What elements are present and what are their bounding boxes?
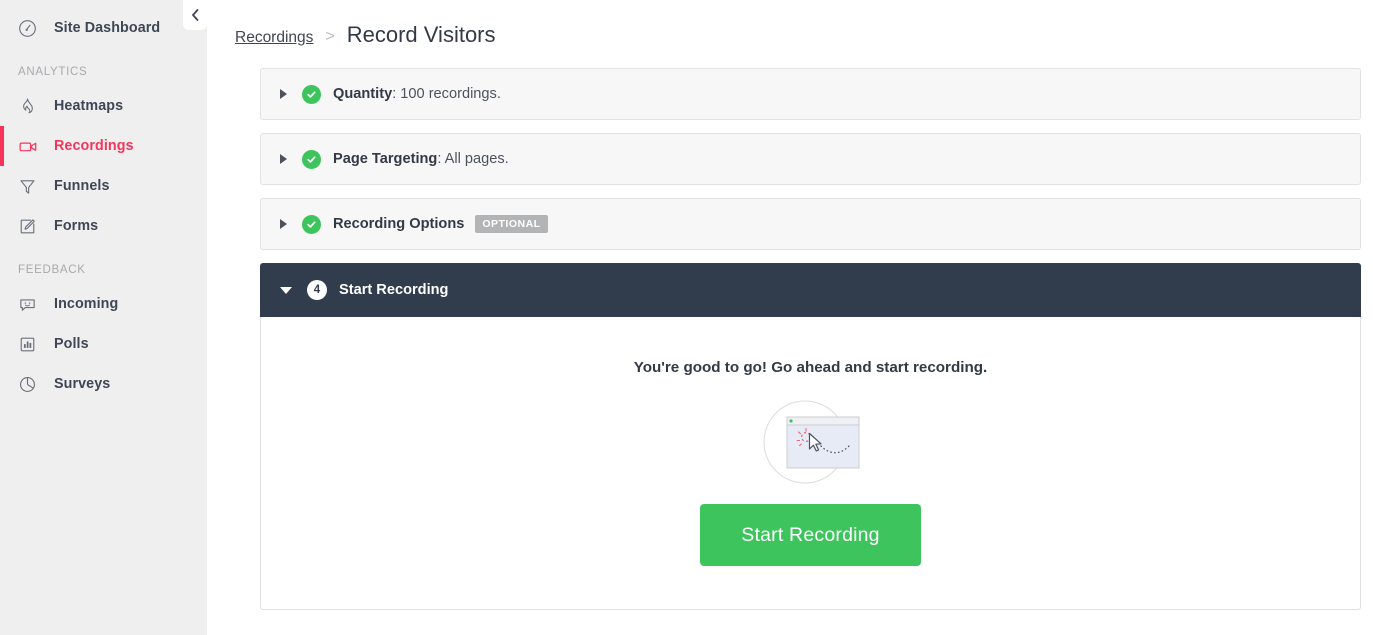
sidebar-item-surveys[interactable]: Surveys (0, 364, 207, 404)
sidebar-item-funnels[interactable]: Funnels (0, 166, 207, 206)
breadcrumb-separator-icon: > (325, 28, 335, 45)
step-title: Page Targeting (333, 151, 438, 167)
sidebar-item-heatmaps[interactable]: Heatmaps (0, 86, 207, 126)
step-subtitle: : All pages. (437, 151, 509, 167)
main-content: Recordings > Record Visitors Quantity : … (207, 0, 1373, 635)
caret-down-icon (280, 286, 292, 294)
chevron-left-icon (192, 9, 199, 21)
app-root: Site Dashboard ANALYTICS Heatmaps Record… (0, 0, 1373, 635)
caret-right-icon (280, 154, 287, 164)
browser-cursor-path-illustration (261, 394, 1360, 490)
sidebar-item-label: Recordings (54, 138, 134, 154)
sidebar-item-label: Heatmaps (54, 98, 124, 114)
sidebar-item-forms[interactable]: Forms (0, 206, 207, 246)
step-title: Quantity (333, 86, 393, 102)
pie-chart-icon (18, 373, 44, 395)
check-circle-icon (302, 149, 321, 169)
sidebar-item-site-dashboard[interactable]: Site Dashboard (0, 8, 207, 48)
caret-right-icon (280, 89, 287, 99)
body-headline: You're good to go! Go ahead and start re… (633, 359, 988, 376)
start-recording-button[interactable]: Start Recording (700, 504, 921, 566)
steps-list: Quantity : 100 recordings. Page Targetin… (260, 68, 1361, 610)
caret-right-icon (280, 219, 287, 229)
check-circle-icon (302, 84, 321, 104)
sidebar-collapse-button[interactable] (183, 0, 207, 30)
step-title: Recording Options (333, 216, 465, 232)
step-panel-page-targeting[interactable]: Page Targeting : All pages. (260, 133, 1361, 185)
breadcrumb: Recordings > Record Visitors (207, 0, 1373, 48)
smiley-box-icon (18, 293, 44, 315)
sidebar-item-incoming[interactable]: Incoming (0, 284, 207, 324)
sidebar-item-label: Polls (54, 336, 89, 352)
status-badge-optional: OPTIONAL (475, 215, 548, 233)
page-title: Record Visitors (346, 22, 496, 47)
sidebar-item-label: Incoming (54, 296, 119, 312)
step-subtitle: : 100 recordings. (392, 86, 501, 102)
step-panel-quantity[interactable]: Quantity : 100 recordings. (260, 68, 1361, 120)
sidebar: Site Dashboard ANALYTICS Heatmaps Record… (0, 0, 207, 635)
video-camera-icon (18, 135, 44, 157)
sidebar-item-label: Forms (54, 218, 99, 234)
gauge-icon (18, 17, 44, 39)
step-panel-recording-options[interactable]: Recording Options OPTIONAL (260, 198, 1361, 250)
sidebar-item-polls[interactable]: Polls (0, 324, 207, 364)
form-pencil-icon (18, 215, 44, 237)
flame-icon (18, 95, 44, 117)
step-panel-start-recording[interactable]: 4 Start Recording (260, 263, 1361, 317)
sidebar-item-label: Surveys (54, 376, 111, 392)
sidebar-item-label: Site Dashboard (54, 20, 161, 36)
sidebar-item-label: Funnels (54, 178, 110, 194)
sidebar-group-title-analytics: ANALYTICS (18, 66, 88, 78)
sidebar-group-title-feedback: FEEDBACK (18, 264, 86, 276)
step-number-badge: 4 (307, 280, 327, 300)
step-title: Start Recording (339, 282, 449, 298)
step-body-start-recording: You're good to go! Go ahead and start re… (260, 317, 1361, 610)
cta-container: Start Recording (261, 504, 1360, 566)
check-circle-icon (302, 214, 321, 234)
funnel-icon (18, 175, 44, 197)
breadcrumb-link-recordings[interactable]: Recordings (235, 29, 313, 47)
bar-chart-icon (18, 333, 44, 355)
sidebar-item-recordings[interactable]: Recordings (0, 126, 207, 166)
